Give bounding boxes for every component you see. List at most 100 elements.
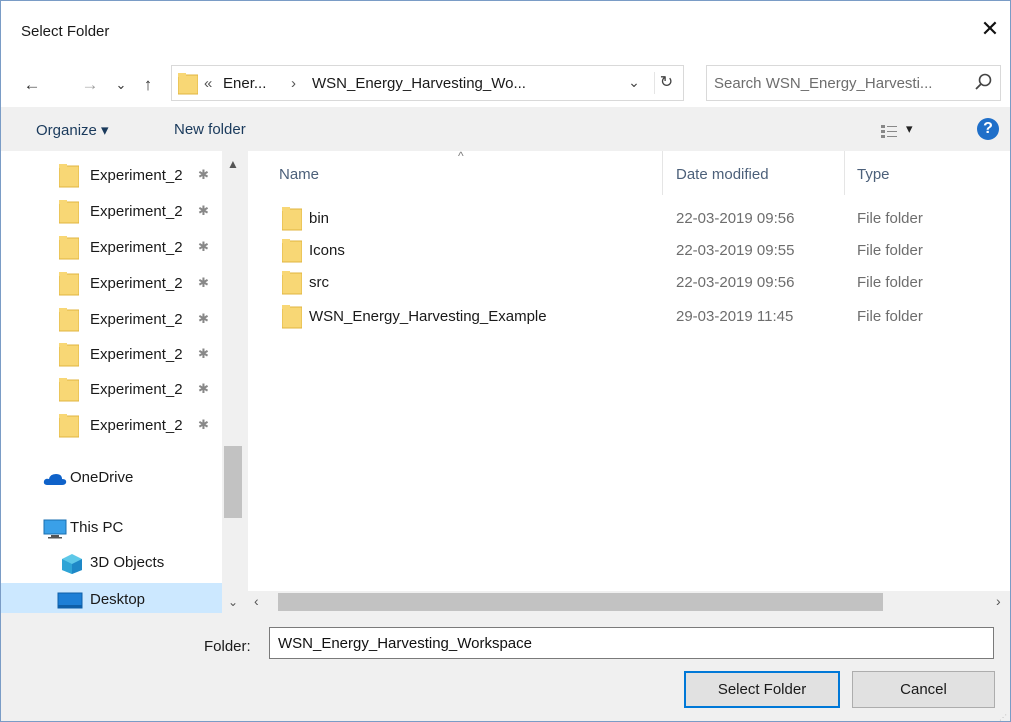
sidebar-item-experiment[interactable]: Experiment_2 ✱: [1, 267, 222, 301]
up-arrow-icon[interactable]: ↑: [137, 71, 159, 99]
forward-arrow-icon[interactable]: →: [77, 71, 103, 99]
back-arrow-icon[interactable]: ←: [19, 71, 45, 99]
cancel-button[interactable]: Cancel: [852, 671, 995, 708]
search-icon[interactable]: [972, 71, 994, 99]
sidebar-item-label: Experiment_2: [90, 203, 183, 220]
sidebar-item-label: Experiment_2: [90, 417, 183, 434]
sidebar-item-label: Experiment_2: [90, 275, 183, 292]
sidebar-item-experiment[interactable]: Experiment_2 ✱: [1, 338, 222, 372]
folder-icon: [58, 164, 80, 192]
dialog-title: Select Folder: [21, 23, 110, 40]
table-row[interactable]: Icons 22-03-2019 09:55 File folder: [248, 235, 1010, 267]
pin-icon[interactable]: ✱: [198, 203, 209, 219]
file-type: File folder: [857, 274, 923, 291]
desktop-icon: [57, 592, 83, 613]
scroll-down-icon[interactable]: ⌄: [222, 595, 244, 609]
close-icon[interactable]: ✕: [976, 15, 1004, 43]
column-header-name-label: Name: [279, 166, 320, 183]
file-type: File folder: [857, 242, 923, 259]
scroll-right-icon[interactable]: ›: [996, 593, 1001, 609]
help-icon[interactable]: ?: [977, 118, 999, 140]
sidebar-item-experiment[interactable]: Experiment_2 ✱: [1, 303, 222, 337]
3d-objects-cube-icon: [61, 553, 83, 579]
folder-icon: [281, 207, 303, 235]
command-bar: Organize ▾ New folder ▾ ?: [1, 107, 1010, 151]
file-name[interactable]: WSN_Energy_Harvesting_Example: [309, 308, 547, 325]
date-modified: 22-03-2019 09:56: [676, 274, 795, 291]
column-header-date-label: Date modified: [676, 166, 769, 183]
column-header-type[interactable]: Type: [857, 166, 890, 183]
folder-icon: [58, 272, 80, 300]
search-placeholder[interactable]: Search WSN_Energy_Harvesti...: [714, 75, 932, 92]
nav-pane-scroll-thumb[interactable]: [224, 446, 242, 518]
folder-icon: [58, 343, 80, 371]
table-row[interactable]: WSN_Energy_Harvesting_Example 29-03-2019 …: [248, 301, 1010, 333]
folder-icon: [58, 378, 80, 406]
file-type: File folder: [857, 210, 923, 227]
scroll-left-icon[interactable]: ‹: [254, 593, 259, 609]
pin-icon[interactable]: ✱: [198, 417, 209, 433]
resize-grip-icon[interactable]: ⋰: [999, 713, 1007, 722]
folder-icon: [281, 239, 303, 267]
search-box[interactable]: Search WSN_Energy_Harvesti...: [706, 65, 1001, 101]
select-folder-dialog: Select Folder ✕ ← → ⌄ ↑ « Ener... › WSN_…: [0, 0, 1011, 722]
breadcrumb-separator[interactable]: ›: [291, 75, 296, 92]
select-folder-button[interactable]: Select Folder: [684, 671, 840, 708]
recent-locations-chevron-icon[interactable]: ⌄: [111, 71, 131, 99]
sidebar-item-experiment[interactable]: Experiment_2 ✱: [1, 231, 222, 265]
sidebar-item-label: Experiment_2: [90, 239, 183, 256]
address-bar[interactable]: « Ener... › WSN_Energy_Harvesting_Wo... …: [171, 65, 684, 101]
folder-label: Folder:: [204, 638, 251, 655]
address-overflow[interactable]: «: [204, 75, 212, 92]
sidebar-item-this-pc[interactable]: This PC: [1, 511, 222, 545]
table-row[interactable]: src 22-03-2019 09:56 File folder: [248, 267, 1010, 299]
onedrive-cloud-icon: [43, 472, 67, 490]
sidebar-item-3d-objects[interactable]: 3D Objects: [1, 546, 222, 580]
sidebar-item-label: Experiment_2: [90, 167, 183, 184]
table-row[interactable]: bin 22-03-2019 09:56 File folder: [248, 203, 1010, 235]
nav-pane-scrollbar[interactable]: ▲ ⌄: [222, 151, 244, 613]
view-options-caret-icon: ▾: [906, 121, 913, 136]
pin-icon[interactable]: ✱: [198, 239, 209, 255]
view-options-button[interactable]: ▾: [879, 120, 919, 142]
breadcrumb-wsn-workspace[interactable]: WSN_Energy_Harvesting_Wo...: [312, 75, 526, 92]
column-divider[interactable]: [662, 151, 663, 195]
scroll-up-icon[interactable]: ▲: [222, 157, 244, 171]
sidebar-item-label: OneDrive: [70, 469, 134, 486]
pin-icon[interactable]: ✱: [198, 311, 209, 327]
sidebar-item-label: This PC: [70, 519, 124, 536]
file-name[interactable]: bin: [309, 210, 329, 227]
pin-icon[interactable]: ✱: [198, 275, 209, 291]
new-folder-button[interactable]: New folder: [174, 121, 246, 138]
sidebar-item-experiment[interactable]: Experiment_2 ✱: [1, 373, 222, 407]
sidebar-item-label: Experiment_2: [90, 311, 183, 328]
horizontal-scrollbar[interactable]: ‹ ›: [248, 591, 1010, 613]
folder-icon: [58, 200, 80, 228]
folder-name-input[interactable]: [269, 627, 994, 659]
folder-icon: [58, 414, 80, 442]
organize-menu[interactable]: Organize ▾: [36, 121, 109, 139]
pin-icon[interactable]: ✱: [198, 381, 209, 397]
address-dropdown-icon[interactable]: ⌄: [622, 74, 646, 94]
column-header-date-modified[interactable]: Date modified: [676, 166, 769, 183]
sidebar-item-experiment[interactable]: Experiment_2 ✱: [1, 195, 222, 229]
title-bar: Select Folder ✕: [1, 1, 1010, 63]
folder-icon: [177, 73, 199, 99]
details-view-icon: [881, 125, 897, 138]
sidebar-item-desktop[interactable]: Desktop: [1, 583, 222, 613]
breadcrumb-energy[interactable]: Ener...: [223, 75, 266, 92]
sidebar-item-experiment[interactable]: Experiment_2 ✱: [1, 409, 222, 443]
computer-icon: [43, 519, 67, 543]
sidebar-item-label: Experiment_2: [90, 346, 183, 363]
pin-icon[interactable]: ✱: [198, 167, 209, 183]
column-header-name[interactable]: Name: [279, 166, 319, 183]
file-name[interactable]: Icons: [309, 242, 345, 259]
sidebar-item-experiment[interactable]: Experiment_2 ✱: [1, 159, 222, 193]
pin-icon[interactable]: ✱: [198, 346, 209, 362]
column-divider[interactable]: [844, 151, 845, 195]
horizontal-scroll-thumb[interactable]: [278, 593, 883, 611]
file-name[interactable]: src: [309, 274, 329, 291]
sidebar-item-onedrive[interactable]: OneDrive: [1, 461, 222, 495]
refresh-icon[interactable]: ↻: [654, 72, 678, 94]
date-modified: 22-03-2019 09:56: [676, 210, 795, 227]
